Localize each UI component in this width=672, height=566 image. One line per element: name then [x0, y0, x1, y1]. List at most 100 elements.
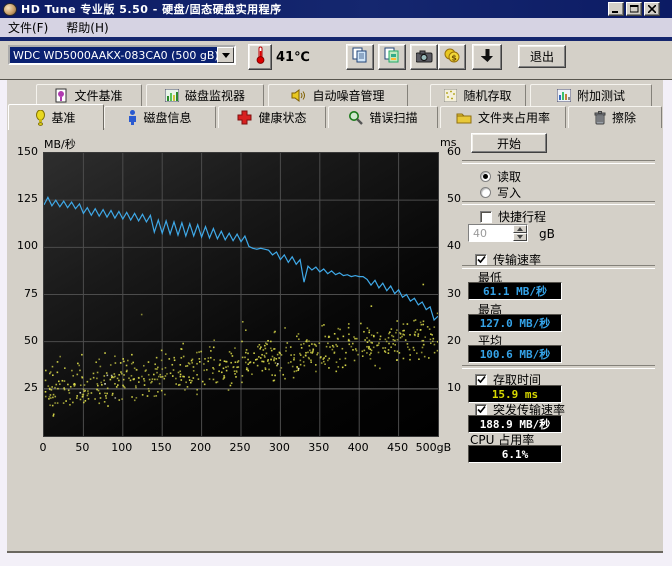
temperature-value: 41℃	[276, 50, 310, 65]
short-stroke-checkbox[interactable]	[480, 210, 492, 223]
trash-icon	[594, 110, 606, 125]
short-stroke-row[interactable]: 快捷行程	[480, 208, 546, 225]
short-stroke-label: 快捷行程	[498, 210, 547, 224]
tab-random-access[interactable]: 随机存取	[430, 84, 526, 106]
exit-button[interactable]: 退出	[518, 45, 566, 68]
separator	[462, 365, 655, 369]
y-right-tick: 50	[447, 192, 461, 206]
disk-info-icon	[128, 110, 137, 125]
tab-health[interactable]: 健康状态	[218, 106, 326, 128]
y-axis-left-title: MB/秒	[44, 138, 76, 151]
y-left-tick: 50	[24, 333, 38, 347]
x-tick: 350	[308, 441, 330, 454]
window-bottom-border	[7, 551, 663, 553]
x-tick: 400	[347, 441, 369, 454]
app-icon	[3, 3, 17, 16]
tab-label: 磁盘监视器	[184, 89, 245, 103]
benchmark-chart	[43, 152, 439, 437]
read-radio[interactable]	[480, 171, 491, 182]
tab-aam[interactable]: 自动噪音管理	[268, 84, 408, 106]
main-panel: 文件基准 磁盘监视器 自动噪音管理 随机存取 附加测试 基准 磁盘信息 健康状态…	[7, 80, 663, 553]
tab-file-benchmark[interactable]: 文件基准	[36, 84, 142, 106]
y-left-tick: 25	[24, 380, 38, 394]
x-tick: 200	[190, 441, 212, 454]
copy-image-button[interactable]	[378, 44, 406, 70]
spin-down-button[interactable]	[513, 233, 527, 241]
chevron-down-icon[interactable]	[217, 47, 234, 63]
y-left-tick: 125	[17, 192, 38, 206]
write-radio[interactable]	[480, 187, 491, 198]
coins-icon: $	[444, 48, 460, 67]
tab-label: 基准	[51, 111, 76, 125]
minimize-button[interactable]	[608, 2, 624, 16]
tab-benchmark[interactable]: 基准	[8, 104, 104, 130]
tab-erase[interactable]: 擦除	[568, 106, 662, 128]
burst-rate-checkbox[interactable]	[475, 403, 487, 416]
drive-select-value: WDC WD5000AAKX-083CA0 (500 gB)	[13, 48, 217, 62]
tab-label: 随机存取	[463, 89, 512, 103]
thermometer-icon	[255, 46, 265, 68]
separator	[462, 160, 655, 164]
tab-error-scan[interactable]: 错误扫描	[328, 106, 438, 128]
x-tick: 150	[150, 441, 172, 454]
screenshot-button[interactable]	[410, 44, 438, 70]
tab-label: 附加测试	[576, 89, 625, 103]
transfer-rate-checkbox[interactable]	[475, 253, 487, 266]
start-button[interactable]: 开始	[471, 133, 547, 153]
tab-label: 擦除	[611, 111, 636, 125]
health-icon	[237, 110, 252, 125]
copy-button[interactable]	[346, 44, 374, 70]
tab-label: 磁盘信息	[143, 111, 192, 125]
tab-extra-tests[interactable]: 附加测试	[530, 84, 652, 106]
y-right-tick: 30	[447, 286, 461, 300]
copy-image-icon	[384, 47, 400, 67]
copy-icon	[352, 47, 368, 67]
x-tick: 250	[229, 441, 251, 454]
separator	[462, 201, 655, 205]
y-right-tick: 10	[447, 380, 461, 394]
tab-label: 健康状态	[258, 111, 307, 125]
tab-disk-info[interactable]: 磁盘信息	[104, 106, 216, 128]
menu-file[interactable]: 文件(F)	[8, 19, 48, 36]
access-time-checkbox[interactable]	[475, 373, 487, 386]
capacity-value: 40	[473, 226, 487, 240]
write-radio-label: 写入	[497, 186, 522, 200]
close-button[interactable]	[644, 2, 660, 16]
cpu-usage-value: 6.1%	[468, 445, 562, 463]
chart-canvas	[43, 153, 439, 436]
y-left-tick: 100	[17, 239, 38, 253]
min-value: 61.1 MB/秒	[468, 282, 562, 300]
y-left-tick: 75	[24, 286, 38, 300]
file-benchmark-icon	[55, 88, 68, 103]
tab-folder-usage[interactable]: 文件夹占用率	[440, 106, 566, 128]
avg-value: 100.6 MB/秒	[468, 345, 562, 363]
x-tick: 500gB	[415, 441, 452, 454]
y-right-tick: 20	[447, 333, 461, 347]
read-radio-label: 读取	[497, 170, 522, 184]
folder-icon	[456, 111, 472, 124]
x-tick: 0	[39, 441, 47, 454]
menu-help[interactable]: 帮助(H)	[66, 19, 108, 36]
tab-label: 自动噪音管理	[312, 89, 385, 103]
tab-disk-monitor[interactable]: 磁盘监视器	[146, 84, 264, 106]
read-radio-row[interactable]: 读取	[480, 168, 521, 185]
capacity-unit: gB	[539, 227, 555, 241]
maximize-button[interactable]	[626, 2, 642, 16]
x-tick: 100	[111, 441, 133, 454]
capacity-spinner[interactable]: 40	[468, 224, 528, 242]
speaker-icon	[291, 89, 306, 102]
camera-icon	[415, 48, 433, 67]
temperature-button[interactable]	[248, 44, 272, 70]
write-radio-row[interactable]: 写入	[480, 184, 521, 201]
extra-tests-icon	[556, 89, 571, 102]
y-left-tick: 150	[17, 145, 38, 158]
svg-text:$: $	[451, 53, 457, 62]
down-arrow-icon	[480, 48, 494, 67]
tab-label: 文件夹占用率	[477, 111, 550, 125]
drive-select[interactable]: WDC WD5000AAKX-083CA0 (500 gB)	[8, 45, 236, 65]
error-scan-icon	[348, 110, 364, 125]
purchase-button[interactable]: $	[438, 44, 466, 70]
spin-up-button[interactable]	[513, 225, 527, 233]
y-right-tick: 40	[447, 239, 461, 253]
save-results-button[interactable]	[472, 44, 502, 70]
